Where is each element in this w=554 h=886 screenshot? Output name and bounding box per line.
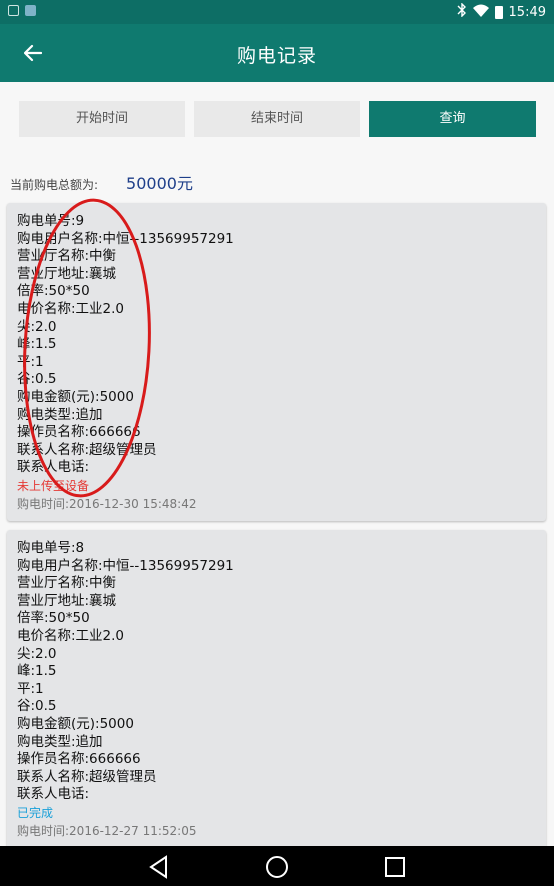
page-title: 购电记录 <box>236 45 317 67</box>
record-card[interactable]: 购电单号:9 购电用户名称:中恒--13569957291 营业厅名称:中衡 营… <box>7 203 546 521</box>
price-valley: 谷:0.5 <box>17 371 57 388</box>
clock: 15:49 <box>508 4 546 20</box>
start-time-button[interactable]: 开始时间 <box>19 101 185 137</box>
contact-name: 联系人名称:超级管理员 <box>17 441 157 458</box>
price-peak: 峰:1.5 <box>17 663 57 680</box>
amount: 购电金额(元):5000 <box>17 388 134 405</box>
multiplier: 倍率:50*50 <box>17 610 90 627</box>
navigation-bar <box>0 846 554 886</box>
notification-icons <box>8 5 36 16</box>
record-card[interactable]: 购电单号:8 购电用户名称:中恒--13569957291 营业厅名称:中衡 营… <box>7 530 546 860</box>
purchase-type: 购电类型:追加 <box>17 406 103 423</box>
status-right: 15:49 <box>457 2 546 21</box>
bluetooth-icon <box>457 2 467 21</box>
hall-name: 营业厅名称:中衡 <box>17 575 117 592</box>
nav-back-button[interactable] <box>146 854 172 880</box>
end-time-button[interactable]: 结束时间 <box>194 101 360 137</box>
square-recents-icon <box>385 857 405 877</box>
record-details: 购电单号:9 购电用户名称:中恒--13569957291 营业厅名称:中衡 营… <box>17 213 234 513</box>
customer-name: 购电用户名称:中恒--13569957291 <box>17 557 234 574</box>
contact-phone: 联系人电话: <box>17 786 90 803</box>
operator-name: 操作员名称:666666 <box>17 424 141 441</box>
nav-recents-button[interactable] <box>382 854 408 880</box>
status-badge: 已完成 <box>17 805 54 820</box>
price-sharp: 尖:2.0 <box>17 318 57 335</box>
operator-name: 操作员名称:666666 <box>17 751 141 768</box>
total-value: 50000元 <box>126 174 193 193</box>
price-name: 电价名称:工业2.0 <box>17 300 125 317</box>
triangle-back-icon <box>149 855 167 879</box>
circle-home-icon <box>266 856 288 878</box>
total-summary: 当前购电总额为: 50000元 <box>10 170 193 194</box>
record-details: 购电单号:8 购电用户名称:中恒--13569957291 营业厅名称:中衡 营… <box>17 540 234 840</box>
purchase-time: 购电时间:2016-12-30 15:48:42 <box>17 496 197 511</box>
battery-icon <box>494 5 503 19</box>
hall-address: 营业厅地址:襄城 <box>17 592 117 609</box>
price-flat: 平:1 <box>17 680 44 697</box>
contact-phone: 联系人电话: <box>17 459 90 476</box>
app-bar: 购电记录 <box>0 24 554 82</box>
order-number: 购电单号:9 <box>17 213 85 229</box>
price-valley: 谷:0.5 <box>17 698 57 715</box>
nav-home-button[interactable] <box>264 854 290 880</box>
purchase-type: 购电类型:追加 <box>17 733 103 750</box>
status-badge: 未上传至设备 <box>17 478 90 493</box>
hall-name: 营业厅名称:中衡 <box>17 248 117 265</box>
multiplier: 倍率:50*50 <box>17 283 90 300</box>
purchase-time: 购电时间:2016-12-27 11:52:05 <box>17 823 197 838</box>
total-label: 当前购电总额为: <box>10 178 99 192</box>
hall-address: 营业厅地址:襄城 <box>17 265 117 282</box>
customer-name: 购电用户名称:中恒--13569957291 <box>17 230 234 247</box>
price-name: 电价名称:工业2.0 <box>17 627 125 644</box>
order-number: 购电单号:8 <box>17 540 85 556</box>
notification-icon <box>8 5 19 16</box>
filter-bar: 开始时间 结束时间 查询 <box>19 101 536 137</box>
query-button[interactable]: 查询 <box>369 101 536 137</box>
price-flat: 平:1 <box>17 353 44 370</box>
contact-name: 联系人名称:超级管理员 <box>17 768 157 785</box>
price-sharp: 尖:2.0 <box>17 645 57 662</box>
notification-icon <box>25 5 36 16</box>
amount: 购电金额(元):5000 <box>17 715 134 732</box>
status-bar: 15:49 <box>0 0 554 24</box>
price-peak: 峰:1.5 <box>17 336 57 353</box>
wifi-icon <box>472 4 489 21</box>
